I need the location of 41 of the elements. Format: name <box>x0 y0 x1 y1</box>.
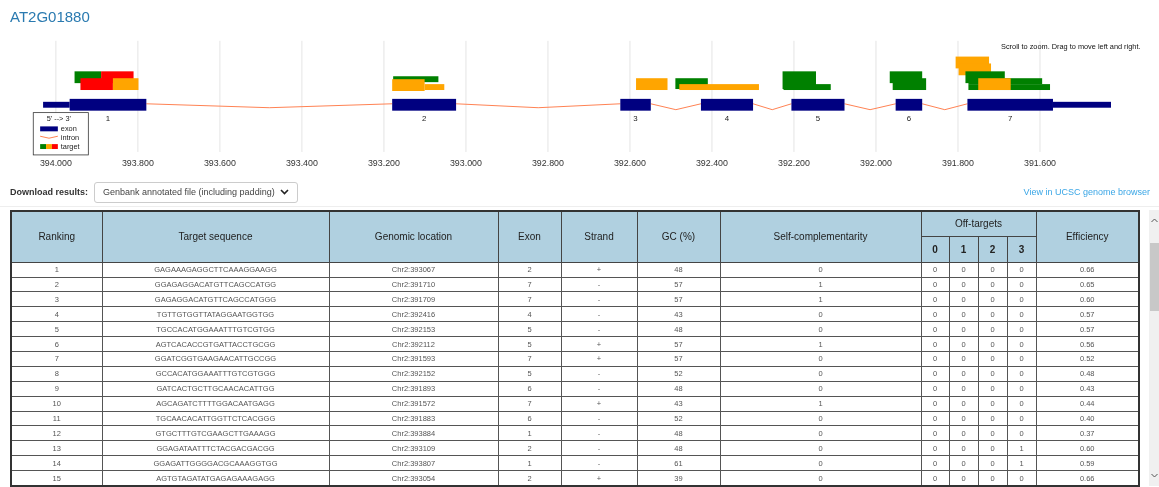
download-format-select[interactable]: Genbank annotated file (including padding) <box>94 181 298 203</box>
gene-title: AT2G01880 <box>9 7 91 27</box>
column-header: Target sequence <box>102 210 329 263</box>
column-header: Efficiency <box>1036 210 1139 263</box>
scrollbar[interactable] <box>1149 209 1159 486</box>
column-header: Genomic location <box>329 210 498 263</box>
axis-label: 391.800 <box>942 157 974 168</box>
axis-label: 394.000 <box>39 157 72 168</box>
download-label: Download results: <box>10 187 88 198</box>
axis-label: 392.800 <box>531 157 564 168</box>
exon-number: 3 <box>633 114 638 124</box>
column-header: Self-complementarity <box>720 210 921 263</box>
chevron-down-icon <box>279 189 289 196</box>
axis-label: 392.200 <box>778 157 810 168</box>
exon-number: 2 <box>421 114 427 124</box>
target-swatch-icon <box>40 143 58 149</box>
axis-label: 393.200 <box>367 157 400 168</box>
exon-number: 7 <box>1008 114 1013 124</box>
axis-label: 392.000 <box>860 157 892 168</box>
chevron-up-icon <box>1150 217 1158 223</box>
axis-label: 393.600 <box>203 157 236 168</box>
axis-label: 393.400 <box>285 157 318 168</box>
column-header: Off-targets <box>921 210 1036 237</box>
column-header: Strand <box>561 210 637 263</box>
exon-number: 6 <box>906 114 912 124</box>
exon-number: 5 <box>815 114 821 124</box>
column-header: GC (%) <box>637 210 720 263</box>
exon-number: 1 <box>105 114 111 124</box>
chevron-down-icon <box>1150 472 1158 478</box>
axis-label: 393.000 <box>449 157 482 168</box>
axis-label: 391.600 <box>1024 157 1056 168</box>
axis-label: 393.800 <box>121 157 154 168</box>
axis-label: 392.400 <box>695 157 728 168</box>
exon-number: 4 <box>724 114 730 124</box>
exon-swatch-icon <box>40 126 58 131</box>
legend-background <box>32 111 89 155</box>
scrollbar-thumb[interactable] <box>1149 242 1159 311</box>
column-header: Ranking <box>11 210 102 263</box>
column-header: Exon <box>498 210 561 263</box>
axis-label: 392.600 <box>613 157 646 168</box>
intron-swatch-icon <box>39 135 59 139</box>
